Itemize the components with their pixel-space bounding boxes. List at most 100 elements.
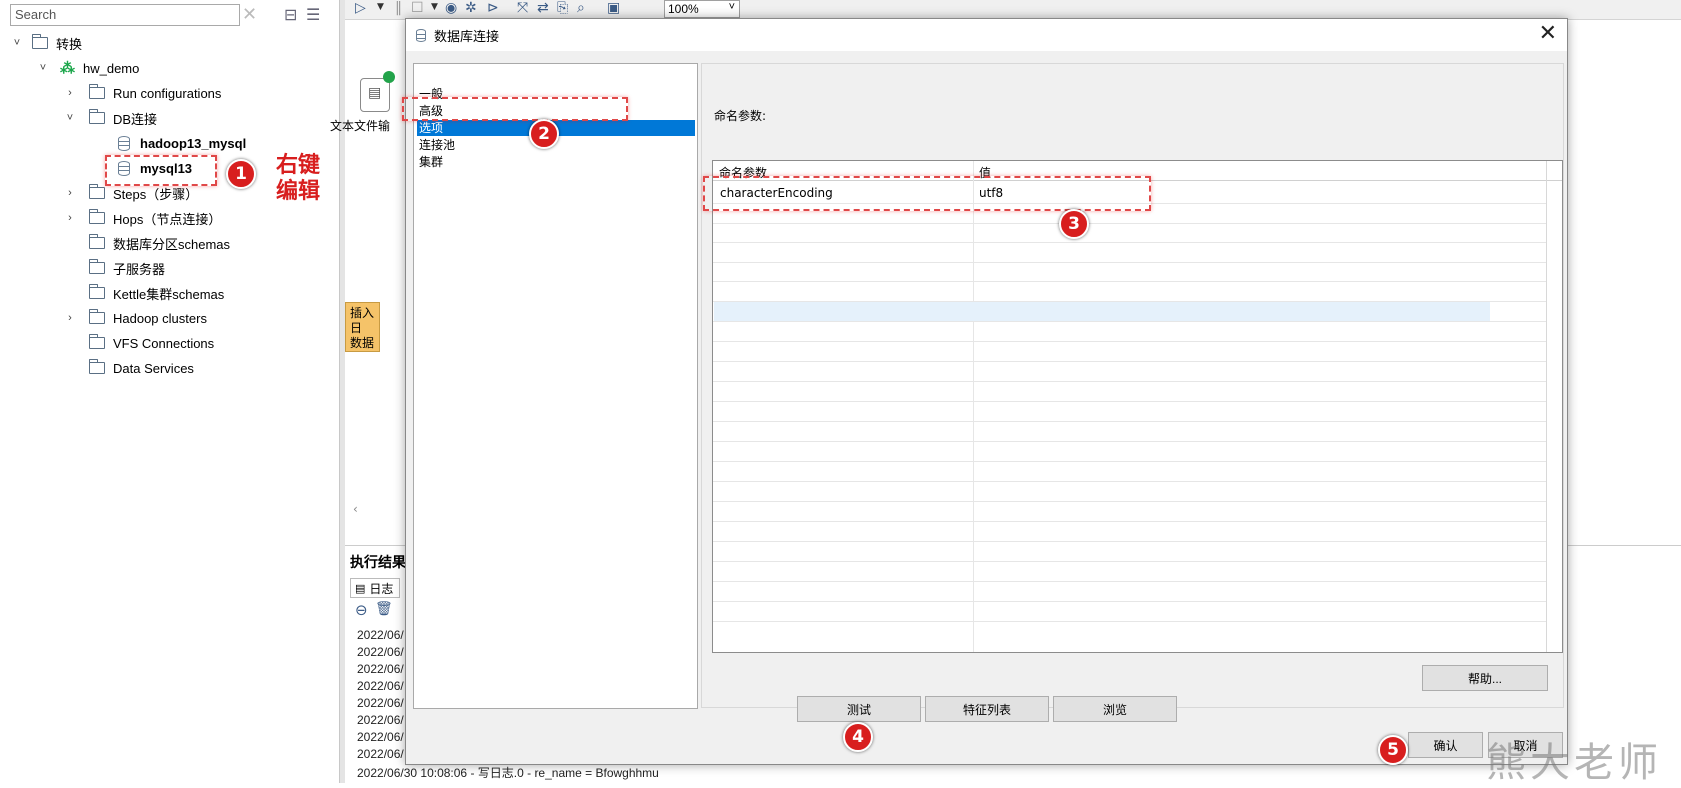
impact-icon[interactable]: ⇄ — [537, 0, 549, 16]
zoom-select[interactable]: 100% ˅ — [664, 0, 740, 18]
tree-item-vfs-connections[interactable]: VFS Connections — [63, 332, 214, 354]
chevron-down-icon[interactable]: ˅ — [36, 62, 50, 74]
row-divider — [713, 281, 1546, 282]
log-line: 2022/06/ — [357, 747, 404, 761]
replay-icon[interactable]: ⊳ — [487, 0, 499, 16]
tree-item-hw-demo[interactable]: ˅ ⁂ hw_demo — [36, 57, 140, 79]
highlight-options-category — [402, 97, 628, 121]
tree-item-label: Run configurations — [113, 85, 222, 101]
row-divider — [713, 321, 1546, 322]
chevron-right-icon[interactable]: › — [63, 87, 77, 99]
log-icon: ▤ — [355, 581, 366, 595]
row-divider — [713, 601, 1546, 602]
tab-log[interactable]: ▤ 日志 — [350, 578, 400, 598]
column-divider — [1546, 161, 1547, 652]
tree-item-hadoop-clusters[interactable]: › Hadoop clusters — [63, 307, 207, 329]
log-line: 2022/06/ — [357, 696, 404, 710]
step-marker-3: 3 — [1059, 209, 1089, 239]
debug-icon[interactable]: ✲ — [465, 0, 477, 16]
text-file-step-icon[interactable]: ▤ — [360, 71, 395, 112]
dialog-title-bar[interactable]: 数据库连接 ✕ — [406, 19, 1567, 51]
align-icon[interactable]: ▣ — [607, 0, 620, 16]
explore-db-icon[interactable]: ⌕ — [577, 0, 585, 16]
preview-icon[interactable]: ◉ — [445, 0, 457, 16]
delete-log-icon[interactable]: 🗑 — [375, 601, 393, 617]
row-divider — [713, 501, 1546, 502]
tree-item-data-services[interactable]: Data Services — [63, 357, 194, 379]
step-marker-4: 4 — [843, 722, 873, 752]
run-dropdown-icon[interactable]: ▼ — [377, 2, 384, 12]
step-marker-1: 1 — [226, 159, 256, 189]
watermark: 熊大老师 — [1486, 740, 1662, 786]
search-input[interactable]: Search — [10, 4, 240, 26]
tree-item-hadoop13-mysql[interactable]: hadoop13_mysql — [118, 132, 246, 154]
tree-item-partition-schemas[interactable]: 数据库分区schemas — [63, 232, 230, 254]
scroll-left-icon[interactable]: ‹ — [353, 502, 358, 516]
clear-search-icon[interactable]: ✕ — [242, 4, 257, 25]
row-divider — [713, 223, 1546, 224]
pause-icon[interactable]: ‖ — [395, 0, 402, 16]
folder-icon — [88, 359, 105, 374]
stop-dropdown-icon[interactable]: ▼ — [431, 2, 438, 12]
named-params-table: 命名参数 值 characterEncoding utf8 — [712, 160, 1563, 653]
row-divider — [713, 262, 1546, 263]
close-icon[interactable]: ✕ — [1539, 23, 1557, 45]
category-list: 一般 高级 选项 连接池 集群 — [413, 63, 698, 709]
chevron-down-icon[interactable]: ˅ — [10, 37, 24, 49]
ok-button[interactable]: 确认 — [1408, 732, 1483, 758]
chevron-right-icon[interactable]: › — [63, 312, 77, 324]
folder-icon — [88, 234, 105, 249]
tree-structure-icon[interactable]: ⊟ — [284, 5, 297, 24]
named-params-label: 命名参数: — [714, 109, 767, 123]
tree-item-label: Kettle集群schemas — [113, 286, 225, 302]
tree-item-cluster-schemas[interactable]: Kettle集群schemas — [63, 282, 224, 304]
tree-item-slave-servers[interactable]: 子服务器 — [63, 257, 165, 279]
transformation-icon: ⁂ — [60, 60, 75, 77]
status-ok-icon — [383, 71, 395, 83]
list-view-icon[interactable]: ☰ — [306, 5, 320, 24]
table-row-hover — [714, 301, 1490, 321]
sql-icon[interactable]: ⎘ — [557, 0, 568, 16]
row-divider — [713, 521, 1546, 522]
feature-list-button[interactable]: 特征列表 — [925, 696, 1049, 722]
run-icon[interactable]: ▷ — [355, 0, 366, 16]
database-icon — [118, 135, 130, 151]
folder-icon — [88, 284, 105, 299]
row-divider — [713, 441, 1546, 442]
tree-item-label: DB连接 — [113, 111, 158, 127]
tree-item-label: 数据库分区schemas — [113, 236, 231, 252]
test-button[interactable]: 测试 — [797, 696, 921, 722]
tree-item-hops[interactable]: › Hops（节点连接） — [63, 207, 221, 229]
tree-item-run-configurations[interactable]: › Run configurations — [63, 82, 221, 104]
log-line: 2022/06/ — [357, 662, 404, 676]
tree-item-label: 子服务器 — [113, 261, 166, 277]
note-line: 插入日 — [350, 306, 375, 335]
folder-icon — [88, 209, 105, 224]
tree-item-label: hadoop13_mysql — [140, 135, 247, 151]
tree-item-label: Steps（步骤） — [113, 186, 199, 202]
browse-button[interactable]: 浏览 — [1053, 696, 1177, 722]
row-divider — [713, 341, 1546, 342]
clear-log-icon[interactable]: ⊖ — [355, 601, 368, 619]
verify-icon[interactable]: ⤧ — [517, 0, 528, 16]
category-cluster[interactable]: 集群 — [417, 154, 695, 170]
row-divider — [713, 461, 1546, 462]
chevron-down-icon[interactable]: ˅ — [63, 112, 77, 124]
options-panel: 命名参数: 命名参数 值 characterEncoding utf8 帮助..… — [701, 63, 1564, 708]
tree-item-transformations[interactable]: ˅ 转换 — [10, 32, 82, 54]
results-title: 执行结果 — [350, 555, 406, 571]
tree-item-label: VFS Connections — [113, 335, 215, 351]
tree-item-label: hw_demo — [83, 60, 140, 76]
help-button[interactable]: 帮助... — [1422, 665, 1548, 691]
chevron-right-icon[interactable]: › — [63, 212, 77, 224]
folder-icon — [88, 84, 105, 99]
stop-icon[interactable]: ☐ — [411, 0, 424, 16]
canvas-note[interactable]: 插入日 数据处 — [345, 302, 380, 352]
tree-item-label: Data Services — [113, 360, 194, 376]
chevron-right-icon[interactable]: › — [63, 187, 77, 199]
log-line: 2022/06/ — [357, 679, 404, 693]
tree-item-db-connections[interactable]: ˅ DB连接 — [63, 107, 157, 129]
annotation-line: 右键 — [276, 152, 321, 178]
folder-icon — [88, 109, 105, 124]
note-line: 数据处 — [350, 336, 375, 350]
